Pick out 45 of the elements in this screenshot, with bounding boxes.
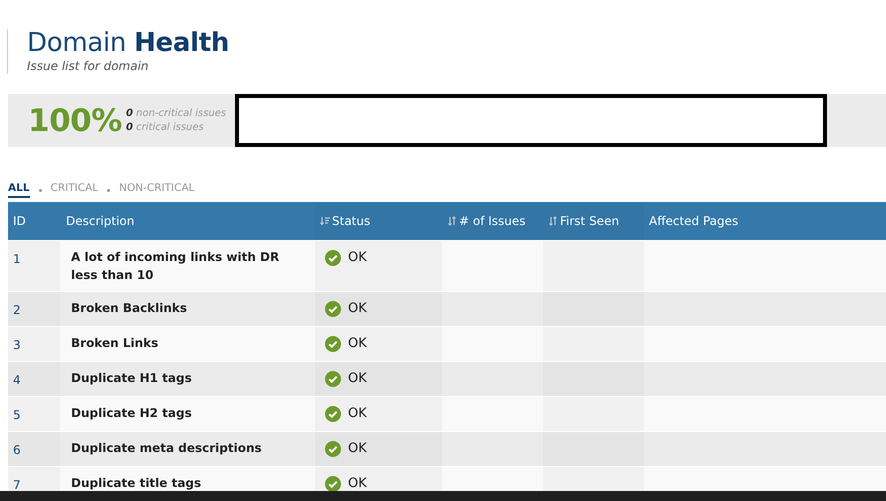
filter-tab[interactable]: CRITICAL bbox=[50, 182, 98, 198]
issue-count: 0 critical issues bbox=[126, 120, 205, 134]
status-text: OK bbox=[348, 301, 367, 317]
check-icon bbox=[325, 476, 341, 491]
status-text: OK bbox=[348, 250, 367, 266]
status-text: OK bbox=[348, 371, 367, 387]
row-id: 4 bbox=[12, 373, 21, 387]
issue-description: A lot of incoming links with DR less than 10 bbox=[70, 249, 280, 284]
column-header: ID bbox=[13, 214, 26, 228]
row-id: 5 bbox=[12, 408, 21, 422]
column-header: Affected Pages bbox=[649, 214, 738, 228]
check-icon bbox=[325, 441, 341, 457]
check-icon bbox=[325, 301, 341, 317]
separator-dot-icon bbox=[38, 188, 42, 192]
check-icon bbox=[325, 406, 341, 422]
check-icon bbox=[325, 250, 341, 266]
row-id: 6 bbox=[12, 443, 21, 457]
page-subtitle: Issue list for domain bbox=[27, 59, 150, 73]
separator-dot-icon bbox=[107, 188, 110, 192]
status-text: OK bbox=[348, 441, 367, 457]
row-id: 2 bbox=[12, 303, 21, 317]
row-id: 3 bbox=[12, 338, 21, 352]
check-icon bbox=[325, 336, 341, 352]
status-text: OK bbox=[348, 336, 367, 352]
issue-count: 0 non-critical issues bbox=[126, 106, 228, 120]
issue-description: Broken Links bbox=[70, 335, 160, 352]
issue-description: Duplicate H2 tags bbox=[70, 405, 193, 422]
check-icon bbox=[325, 371, 341, 387]
column-header: Description bbox=[66, 214, 134, 228]
filter-tab[interactable]: ALL bbox=[8, 182, 30, 198]
filter-tab[interactable]: NON-CRITICAL bbox=[119, 182, 194, 198]
health-score: 100% bbox=[28, 102, 123, 138]
sort-icon[interactable] bbox=[548, 216, 558, 226]
issue-description: Duplicate meta descriptions bbox=[70, 440, 263, 457]
status-text: OK bbox=[348, 406, 367, 422]
row-id: 1 bbox=[12, 252, 21, 266]
page-title: Domain Health bbox=[27, 29, 230, 57]
column-header[interactable]: Status bbox=[332, 214, 370, 228]
row-id: 7 bbox=[12, 478, 21, 491]
issue-description: Duplicate title tags bbox=[70, 475, 202, 491]
sort-icon[interactable] bbox=[447, 216, 457, 226]
issue-description: Broken Backlinks bbox=[70, 300, 188, 317]
issue-description: Duplicate H1 tags bbox=[70, 370, 193, 387]
status-text: OK bbox=[348, 476, 367, 491]
sort-icon[interactable] bbox=[320, 216, 330, 226]
